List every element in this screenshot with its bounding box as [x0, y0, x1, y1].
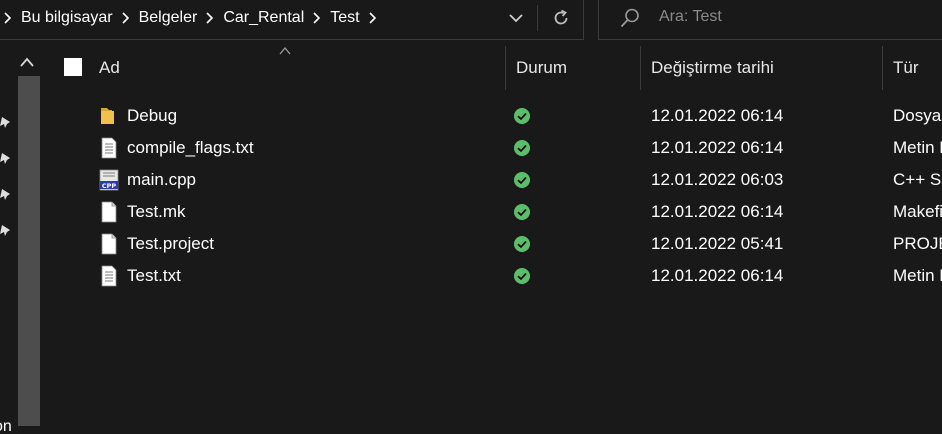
refresh-icon: [554, 9, 568, 25]
file-name: Test.mk: [127, 202, 186, 221]
file-modified-cell: 12.01.2022 05:41: [651, 228, 876, 260]
file-name: compile_flags.txt: [127, 138, 254, 157]
file-type: Makefile: [893, 202, 942, 221]
file-name: Debug: [127, 106, 178, 125]
address-history-dropdown[interactable]: [503, 5, 529, 31]
pin-icon[interactable]: [0, 116, 12, 130]
file-type: C++ Source: [893, 170, 942, 189]
file-list-view: Ad Durum Değiştirme tarihi Tür Debug 12.…: [44, 46, 942, 434]
file-name-cell: Test.txt: [127, 260, 497, 292]
file-name-cell: Debug: [127, 100, 497, 132]
select-all-checkbox[interactable]: [64, 58, 82, 76]
synced-check-icon: [514, 140, 530, 156]
file-type-cell: Metin Belgesi: [893, 132, 942, 164]
text-file-icon: [101, 137, 117, 159]
file-modified: 12.01.2022 06:03: [651, 170, 784, 189]
file-name: Test.project: [127, 234, 214, 253]
file-row-test-txt[interactable]: Test.txt 12.01.2022 06:14 Metin Belgesi: [44, 260, 942, 292]
breadcrumb: Bu bilgisayar Belgeler Car_Rental Test: [0, 0, 386, 37]
folder-icon: [101, 108, 114, 124]
svg-text:CPP: CPP: [102, 182, 117, 190]
column-header-type-label: Tür: [893, 58, 919, 77]
navigation-pane: on: [0, 46, 44, 434]
column-header-status[interactable]: Durum: [516, 46, 636, 90]
chevron-down-icon: [509, 14, 523, 23]
synced-check-icon: [514, 108, 530, 124]
file-row-test-project[interactable]: Test.project 12.01.2022 05:41 PROJECT Do…: [44, 228, 942, 260]
file-type: Metin Belgesi: [893, 138, 942, 157]
file-name: main.cpp: [127, 170, 196, 189]
file-name-cell: Test.mk: [127, 196, 497, 228]
file-row-debug[interactable]: Debug 12.01.2022 06:14 Dosya klasörü: [44, 100, 942, 132]
file-modified: 12.01.2022 05:41: [651, 234, 784, 253]
pin-icon[interactable]: [0, 224, 12, 238]
column-divider[interactable]: [640, 46, 641, 90]
file-type: PROJECT Dosyası: [893, 234, 942, 253]
file-modified: 12.01.2022 06:14: [651, 106, 784, 125]
file-modified: 12.01.2022 06:14: [651, 138, 784, 157]
search-icon: [620, 8, 639, 28]
breadcrumb-item-documents[interactable]: Belgeler: [139, 9, 198, 27]
column-divider[interactable]: [882, 46, 883, 90]
synced-check-icon: [514, 268, 530, 284]
column-header-status-label: Durum: [516, 58, 568, 77]
search-placeholder: Ara: Test: [659, 8, 722, 25]
address-toolbar: Bu bilgisayar Belgeler Car_Rental Test A…: [0, 0, 942, 46]
chevron-right-icon[interactable]: [205, 12, 215, 24]
file-type-cell: Makefile: [893, 196, 942, 228]
file-modified: 12.01.2022 06:14: [651, 202, 784, 221]
file-type: Metin Belgesi: [893, 266, 942, 285]
synced-check-icon: [514, 236, 530, 252]
file-type-cell: Dosya klasörü: [893, 100, 942, 132]
column-header-type[interactable]: Tür: [893, 46, 942, 90]
file-modified: 12.01.2022 06:14: [651, 266, 784, 285]
column-header-modified[interactable]: Değiştirme tarihi: [651, 46, 881, 90]
breadcrumb-item-test[interactable]: Test: [330, 9, 359, 27]
navigation-scrollbar[interactable]: [18, 76, 40, 426]
chevron-right-icon[interactable]: [3, 12, 13, 24]
file-name-cell: main.cpp: [127, 164, 497, 196]
chevron-right-icon[interactable]: [312, 12, 322, 24]
blank-file-icon: [101, 201, 117, 223]
synced-check-icon: [514, 172, 530, 188]
file-type-cell: C++ Source: [893, 164, 942, 196]
pin-icon[interactable]: [0, 152, 12, 166]
file-name-cell: compile_flags.txt: [127, 132, 497, 164]
breadcrumb-item-this-pc[interactable]: Bu bilgisayar: [21, 9, 113, 27]
file-modified-cell: 12.01.2022 06:14: [651, 100, 876, 132]
synced-check-icon: [514, 204, 530, 220]
column-divider[interactable]: [505, 46, 506, 90]
file-row-compile-flags[interactable]: compile_flags.txt 12.01.2022 06:14 Metin…: [44, 132, 942, 164]
blank-file-icon: [101, 233, 117, 255]
column-header-modified-label: Değiştirme tarihi: [651, 58, 774, 77]
column-header-name-label: Ad: [99, 58, 120, 77]
file-row-test-mk[interactable]: Test.mk 12.01.2022 06:14 Makefile: [44, 196, 942, 228]
file-modified-cell: 12.01.2022 06:03: [651, 164, 876, 196]
chevron-right-icon[interactable]: [368, 12, 378, 24]
nav-item-label[interactable]: on: [0, 418, 12, 434]
scroll-up-arrow-icon[interactable]: [18, 56, 36, 68]
file-modified-cell: 12.01.2022 06:14: [651, 260, 876, 292]
breadcrumb-item-car-rental[interactable]: Car_Rental: [223, 9, 304, 27]
search-input[interactable]: Ara: Test: [598, 0, 942, 40]
address-divider: [537, 5, 538, 31]
file-name-cell: Test.project: [127, 228, 497, 260]
file-type: Dosya klasörü: [893, 106, 942, 125]
text-file-icon: [101, 265, 117, 287]
column-header-name[interactable]: Ad: [99, 46, 504, 90]
chevron-right-icon[interactable]: [121, 12, 131, 24]
file-row-main-cpp[interactable]: CPP main.cpp 12.01.2022 06:03 C++ Source: [44, 164, 942, 196]
file-name: Test.txt: [127, 266, 181, 285]
file-modified-cell: 12.01.2022 06:14: [651, 196, 876, 228]
pin-icon[interactable]: [0, 188, 12, 202]
address-bar[interactable]: Bu bilgisayar Belgeler Car_Rental Test: [0, 0, 584, 40]
file-type-cell: Metin Belgesi: [893, 260, 942, 292]
file-modified-cell: 12.01.2022 06:14: [651, 132, 876, 164]
file-explorer-window: Bu bilgisayar Belgeler Car_Rental Test A…: [0, 0, 942, 434]
file-type-cell: PROJECT Dosyası: [893, 228, 942, 260]
cpp-file-icon: CPP: [99, 169, 119, 191]
refresh-button[interactable]: [547, 5, 575, 31]
